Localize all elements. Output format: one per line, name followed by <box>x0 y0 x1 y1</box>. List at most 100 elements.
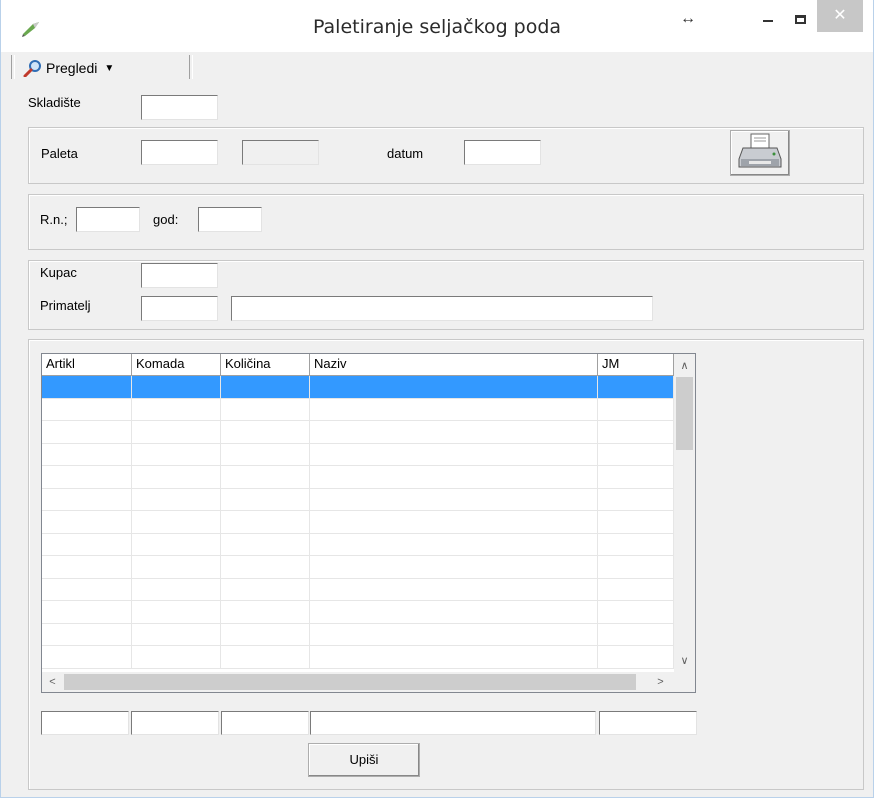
table-cell[interactable] <box>598 466 674 489</box>
table-cell[interactable] <box>598 376 674 399</box>
table-cell[interactable] <box>132 601 221 624</box>
table-row[interactable] <box>42 398 674 421</box>
sum-jm-field[interactable] <box>599 711 697 735</box>
table-cell[interactable] <box>310 511 598 534</box>
table-row[interactable] <box>42 421 674 444</box>
table-cell[interactable] <box>132 511 221 534</box>
table-cell[interactable] <box>310 578 598 601</box>
table-cell[interactable] <box>42 443 132 466</box>
primatelj-code-input[interactable] <box>141 296 218 321</box>
table-cell[interactable] <box>310 646 598 669</box>
sum-naziv-field[interactable] <box>310 711 596 735</box>
vertical-scrollbar[interactable]: ∧ ∨ <box>674 354 695 672</box>
horizontal-scroll-thumb[interactable] <box>64 674 636 690</box>
horizontal-scrollbar[interactable]: < > <box>42 672 674 692</box>
table-cell[interactable] <box>42 511 132 534</box>
rn-input[interactable] <box>76 207 140 232</box>
table-cell[interactable] <box>221 556 310 579</box>
vertical-scroll-thumb[interactable] <box>676 377 693 450</box>
table-cell[interactable] <box>42 578 132 601</box>
table-cell[interactable] <box>598 421 674 444</box>
toolbar-grip[interactable] <box>11 55 15 79</box>
table-cell[interactable] <box>132 623 221 646</box>
table-cell[interactable] <box>42 623 132 646</box>
table-cell[interactable] <box>221 398 310 421</box>
table-cell[interactable] <box>42 421 132 444</box>
table-cell[interactable] <box>598 488 674 511</box>
table-cell[interactable] <box>310 488 598 511</box>
table-row[interactable] <box>42 623 674 646</box>
table-cell[interactable] <box>310 398 598 421</box>
table-cell[interactable] <box>221 601 310 624</box>
table-cell[interactable] <box>598 443 674 466</box>
table-cell[interactable] <box>132 533 221 556</box>
table-cell[interactable] <box>132 421 221 444</box>
table-cell[interactable] <box>221 533 310 556</box>
table-cell[interactable] <box>221 578 310 601</box>
table-cell[interactable] <box>221 466 310 489</box>
table-cell[interactable] <box>132 578 221 601</box>
table-cell[interactable] <box>132 488 221 511</box>
table-cell[interactable] <box>310 533 598 556</box>
table-cell[interactable] <box>221 443 310 466</box>
table-cell[interactable] <box>310 601 598 624</box>
table-row[interactable] <box>42 443 674 466</box>
sum-artikl-field[interactable] <box>41 711 129 735</box>
table-row[interactable] <box>42 556 674 579</box>
table-cell[interactable] <box>132 398 221 421</box>
table-cell[interactable] <box>310 556 598 579</box>
table-cell[interactable] <box>310 466 598 489</box>
close-button[interactable]: ✕ <box>817 0 863 32</box>
table-cell[interactable] <box>221 421 310 444</box>
table-cell[interactable] <box>598 646 674 669</box>
skladiste-input[interactable] <box>141 95 218 120</box>
column-header-naziv[interactable]: Naziv <box>310 354 598 376</box>
table-cell[interactable] <box>221 376 310 399</box>
title-bar[interactable]: Paletiranje seljačkog poda ↔ ✕ <box>1 0 873 52</box>
table-cell[interactable] <box>310 421 598 444</box>
table-cell[interactable] <box>42 398 132 421</box>
scroll-up-icon[interactable]: ∧ <box>674 357 695 375</box>
table-row[interactable] <box>42 601 674 624</box>
column-header-jm[interactable]: JM <box>598 354 674 376</box>
items-grid[interactable]: Artikl Komada Količina Naziv JM ∧ ∨ < > <box>41 353 696 693</box>
table-cell[interactable] <box>221 511 310 534</box>
table-row[interactable] <box>42 466 674 489</box>
pregledi-dropdown-button[interactable]: Pregledi ▼ <box>23 57 114 79</box>
table-cell[interactable] <box>42 556 132 579</box>
table-row[interactable] <box>42 488 674 511</box>
datum-input[interactable] <box>464 140 541 165</box>
scroll-left-icon[interactable]: < <box>42 673 63 691</box>
primatelj-name-input[interactable] <box>231 296 653 321</box>
table-cell[interactable] <box>598 556 674 579</box>
table-row[interactable] <box>42 511 674 534</box>
table-row[interactable] <box>42 646 674 669</box>
table-cell[interactable] <box>42 601 132 624</box>
table-cell[interactable] <box>598 511 674 534</box>
table-cell[interactable] <box>42 376 132 399</box>
god-input[interactable] <box>198 207 262 232</box>
table-cell[interactable] <box>598 533 674 556</box>
print-button[interactable] <box>730 130 790 176</box>
minimize-button[interactable] <box>755 7 781 31</box>
resize-icon[interactable]: ↔ <box>677 7 699 31</box>
column-header-komada[interactable]: Komada <box>132 354 221 376</box>
table-cell[interactable] <box>310 623 598 646</box>
table-cell[interactable] <box>42 488 132 511</box>
table-cell[interactable] <box>598 623 674 646</box>
table-row[interactable] <box>42 578 674 601</box>
table-cell[interactable] <box>132 376 221 399</box>
column-header-artikl[interactable]: Artikl <box>42 354 132 376</box>
table-cell[interactable] <box>221 623 310 646</box>
table-cell[interactable] <box>42 646 132 669</box>
upisi-button[interactable]: Upiši <box>308 743 420 777</box>
table-cell[interactable] <box>598 398 674 421</box>
table-cell[interactable] <box>132 556 221 579</box>
table-cell[interactable] <box>310 443 598 466</box>
table-cell[interactable] <box>42 466 132 489</box>
scroll-right-icon[interactable]: > <box>650 673 671 691</box>
table-cell[interactable] <box>132 466 221 489</box>
column-header-kolicina[interactable]: Količina <box>221 354 310 376</box>
table-cell[interactable] <box>598 601 674 624</box>
table-row-selected[interactable] <box>42 376 674 399</box>
